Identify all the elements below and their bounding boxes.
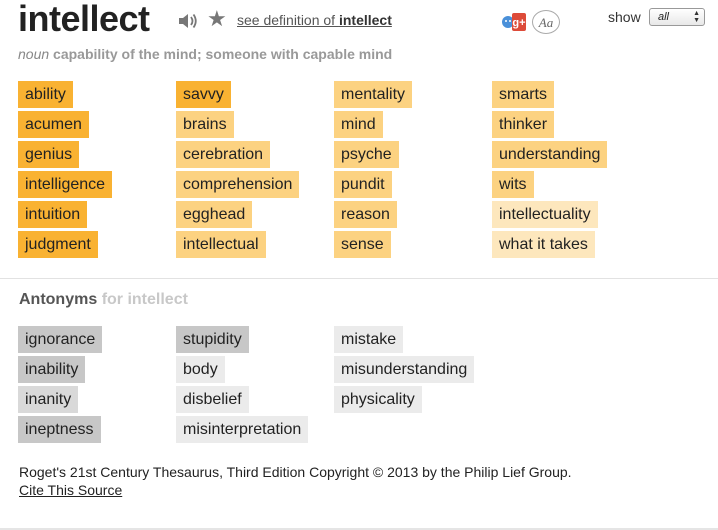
antonym-chip[interactable]: disbelief: [176, 386, 249, 413]
synonym-chip[interactable]: thinker: [492, 111, 555, 138]
synonym-chip[interactable]: comprehension: [176, 171, 300, 198]
synonym-chip[interactable]: egghead: [176, 201, 253, 228]
show-label: show: [608, 9, 641, 25]
google-plus-icon[interactable]: g+: [501, 11, 527, 33]
svg-text:g+: g+: [512, 17, 525, 29]
synonym-chip[interactable]: what it takes: [492, 231, 595, 258]
antonym-chip[interactable]: stupidity: [176, 326, 249, 353]
part-of-speech: noun: [18, 46, 50, 62]
headword: intellect: [18, 0, 150, 39]
section-divider: [0, 278, 718, 279]
synonym-chip[interactable]: judgment: [18, 231, 98, 258]
synonym-chip[interactable]: intuition: [18, 201, 88, 228]
antonym-chip[interactable]: inanity: [18, 386, 79, 413]
synonym-chip[interactable]: mind: [334, 111, 383, 138]
antonym-chip[interactable]: ignorance: [18, 326, 103, 353]
synonym-chip[interactable]: cerebration: [176, 141, 271, 168]
antonym-chip[interactable]: misunderstanding: [334, 356, 475, 383]
synonym-chip[interactable]: sense: [334, 231, 391, 258]
antonyms-title: Antonyms: [19, 291, 98, 308]
antonym-chip[interactable]: ineptness: [18, 416, 101, 443]
star-icon[interactable]: ★: [207, 8, 227, 30]
cite-source-link[interactable]: Cite This Source: [19, 482, 122, 498]
antonyms-heading: Antonyms for intellect: [19, 291, 188, 309]
synonym-chip[interactable]: savvy: [176, 81, 231, 108]
see-definition-word: intellect: [338, 12, 392, 28]
antonym-chip[interactable]: physicality: [334, 386, 422, 413]
synonym-chip[interactable]: acumen: [18, 111, 89, 138]
show-select-value: all: [658, 11, 670, 23]
show-select[interactable]: all ▲ ▼: [649, 8, 705, 26]
synonym-chip[interactable]: understanding: [492, 141, 608, 168]
synonym-chip[interactable]: reason: [334, 201, 397, 228]
antonym-chip[interactable]: misinterpretation: [176, 416, 309, 443]
entry-header: intellect ★ see definition of intellect …: [18, 0, 708, 44]
antonym-chip[interactable]: mistake: [334, 326, 404, 353]
synonym-chip[interactable]: mentality: [334, 81, 413, 108]
copyright-text: Roget's 21st Century Thesaurus, Third Ed…: [19, 464, 572, 480]
antonyms-for: for intellect: [101, 291, 188, 308]
select-arrows-icon: ▲ ▼: [693, 10, 700, 24]
definition-text: capability of the mind; someone with cap…: [53, 46, 393, 62]
see-definition-prefix: see definition of: [237, 12, 339, 28]
font-size-icon[interactable]: Aa: [532, 10, 560, 34]
speaker-icon[interactable]: [177, 11, 199, 31]
synonym-chip[interactable]: intelligence: [18, 171, 113, 198]
synonym-chip[interactable]: ability: [18, 81, 73, 108]
synonym-chip[interactable]: wits: [492, 171, 534, 198]
definition-line: noun capability of the mind; someone wit…: [18, 46, 392, 62]
synonym-chip[interactable]: intellectual: [176, 231, 266, 258]
antonym-chip[interactable]: body: [176, 356, 225, 383]
synonym-chip[interactable]: pundit: [334, 171, 392, 198]
synonym-chip[interactable]: genius: [18, 141, 80, 168]
see-definition-link[interactable]: see definition of intellect: [237, 12, 392, 28]
synonym-chip[interactable]: psyche: [334, 141, 399, 168]
synonym-chip[interactable]: brains: [176, 111, 234, 138]
synonym-chip[interactable]: smarts: [492, 81, 554, 108]
synonym-chip[interactable]: intellectuality: [492, 201, 598, 228]
antonym-chip[interactable]: inability: [18, 356, 86, 383]
